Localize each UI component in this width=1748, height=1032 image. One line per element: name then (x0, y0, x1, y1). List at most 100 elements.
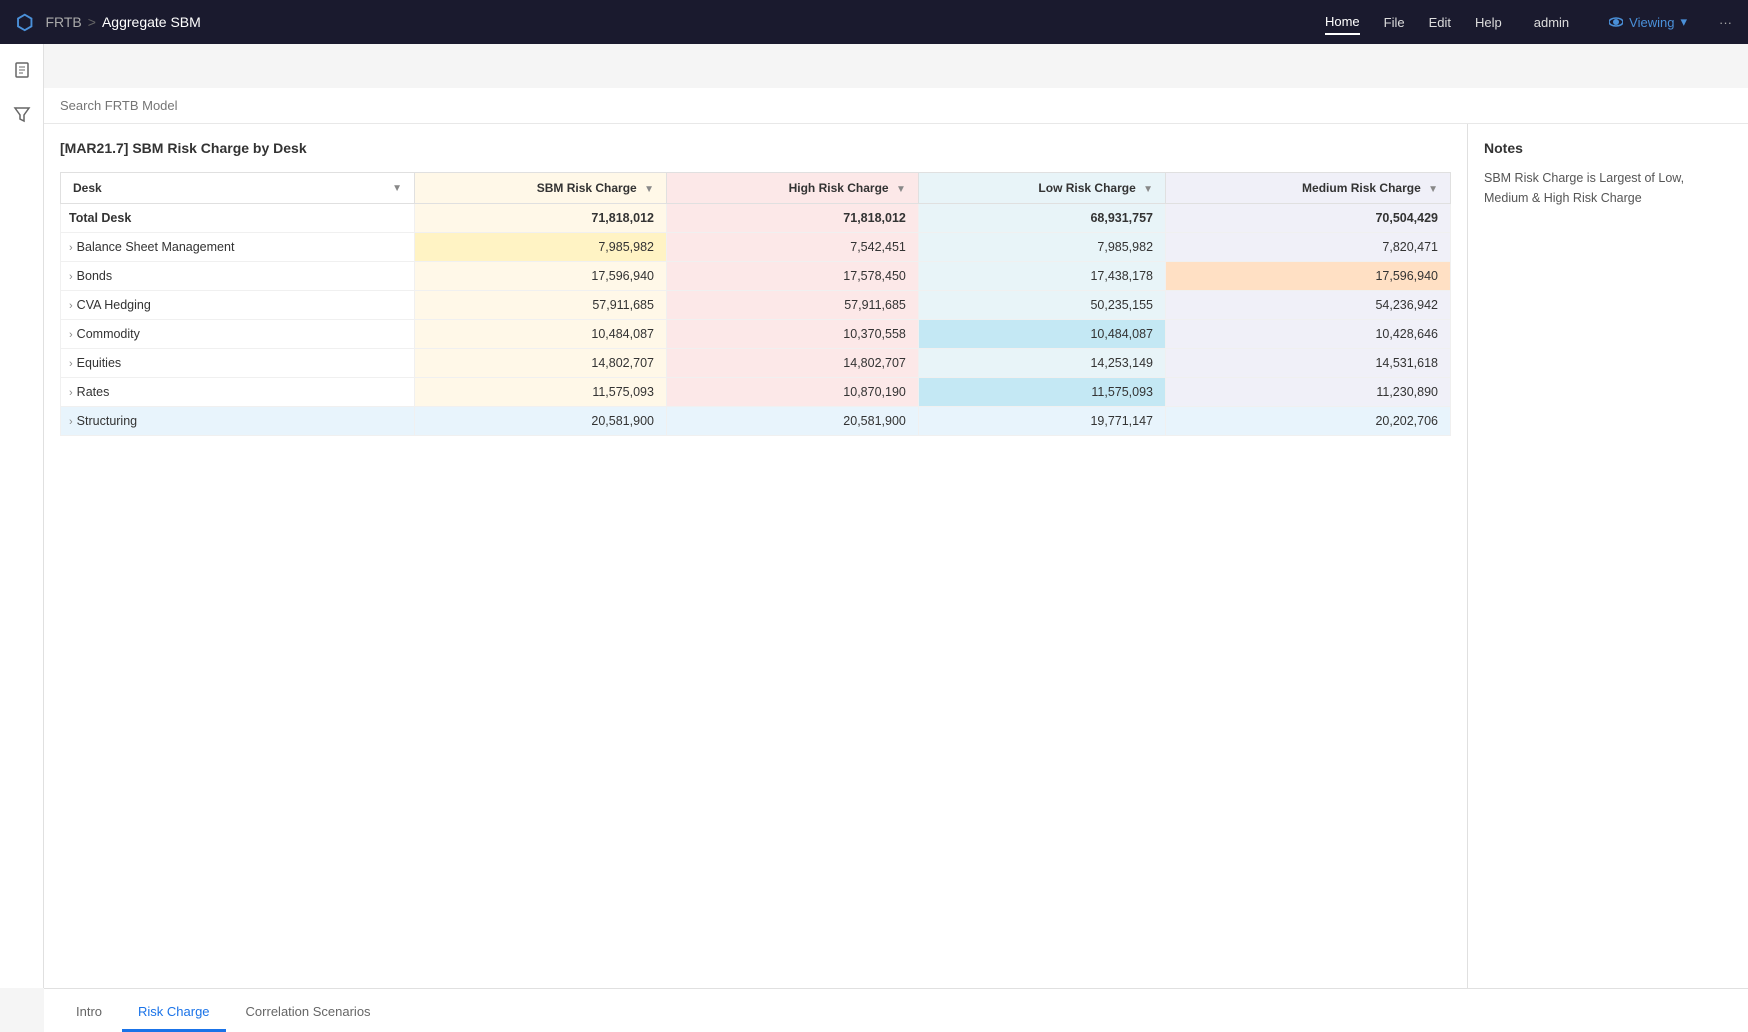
medium-risk-value: 17,596,940 (1166, 262, 1451, 291)
col-header-desk: Desk ▼ (61, 173, 415, 204)
nav-more-icon[interactable]: ··· (1719, 15, 1732, 30)
sbm-value: 10,484,087 (415, 320, 667, 349)
sidebar-document-icon[interactable] (8, 56, 36, 84)
sbm-value: 20,581,900 (415, 407, 667, 436)
table-row[interactable]: ›Bonds17,596,94017,578,45017,438,17817,5… (61, 262, 1451, 291)
desk-cell: Total Desk (61, 204, 415, 233)
high-risk-value: 10,370,558 (666, 320, 918, 349)
nav-menu: Home File Edit Help admin Viewing ▾ ··· (1325, 10, 1732, 35)
desk-cell: › Commodity (61, 320, 415, 349)
expand-icon[interactable]: › (69, 300, 73, 312)
col-header-sbm: SBM Risk Charge ▼ (415, 173, 667, 204)
desk-name: CVA Hedging (77, 298, 151, 312)
col-header-medium: Medium Risk Charge ▼ (1166, 173, 1451, 204)
desk-name: Total Desk (69, 211, 131, 225)
main-content: [MAR21.7] SBM Risk Charge by Desk Desk ▼… (44, 88, 1748, 1032)
high-filter-icon[interactable]: ▼ (896, 184, 906, 195)
table-row[interactable]: ›CVA Hedging57,911,68557,911,68550,235,1… (61, 291, 1451, 320)
desk-name: Commodity (77, 327, 140, 341)
desk-cell: › Equities (61, 349, 415, 378)
content-area: [MAR21.7] SBM Risk Charge by Desk Desk ▼… (44, 124, 1748, 988)
breadcrumb-separator: > (88, 14, 96, 30)
low-risk-value: 68,931,757 (918, 204, 1165, 233)
low-risk-value: 50,235,155 (918, 291, 1165, 320)
sbm-filter-icon[interactable]: ▼ (644, 184, 654, 195)
table-row[interactable]: ›Rates11,575,09310,870,19011,575,09311,2… (61, 378, 1451, 407)
high-risk-value: 57,911,685 (666, 291, 918, 320)
desk-cell: › Rates (61, 378, 415, 407)
sbm-value: 71,818,012 (415, 204, 667, 233)
desk-name: Bonds (77, 269, 112, 283)
notes-content: SBM Risk Charge is Largest of Low, Mediu… (1484, 168, 1732, 208)
expand-icon[interactable]: › (69, 329, 73, 341)
expand-icon[interactable]: › (69, 416, 73, 428)
table-row[interactable]: ›Equities14,802,70714,802,70714,253,1491… (61, 349, 1451, 378)
nav-help[interactable]: Help (1475, 11, 1502, 34)
desk-cell: › Bonds (61, 262, 415, 291)
medium-risk-value: 10,428,646 (1166, 320, 1451, 349)
bottom-tabs: Intro Risk Charge Correlation Scenarios (44, 988, 1748, 1032)
expand-icon[interactable]: › (69, 387, 73, 399)
nav-edit[interactable]: Edit (1429, 11, 1451, 34)
sbm-value: 57,911,685 (415, 291, 667, 320)
desk-cell: › CVA Hedging (61, 291, 415, 320)
viewing-label: Viewing (1629, 15, 1674, 30)
sbm-value: 11,575,093 (415, 378, 667, 407)
left-sidebar (0, 44, 44, 988)
table-area: [MAR21.7] SBM Risk Charge by Desk Desk ▼… (44, 124, 1468, 988)
desk-name: Structuring (77, 414, 137, 428)
sbm-value: 7,985,982 (415, 233, 667, 262)
low-filter-icon[interactable]: ▼ (1143, 184, 1153, 195)
notes-panel: Notes SBM Risk Charge is Largest of Low,… (1468, 124, 1748, 988)
breadcrumb-app[interactable]: FRTB (45, 14, 81, 30)
high-risk-value: 71,818,012 (666, 204, 918, 233)
eye-icon (1609, 15, 1623, 29)
desk-cell: › Structuring (61, 407, 415, 436)
nav-chevron-down-icon[interactable]: ▾ (1680, 14, 1687, 30)
medium-risk-value: 14,531,618 (1166, 349, 1451, 378)
col-header-high: High Risk Charge ▼ (666, 173, 918, 204)
high-risk-value: 20,581,900 (666, 407, 918, 436)
tab-risk-charge[interactable]: Risk Charge (122, 994, 226, 1032)
desk-filter-icon[interactable]: ▼ (392, 183, 402, 194)
table-row[interactable]: ›Structuring20,581,90020,581,90019,771,1… (61, 407, 1451, 436)
nav-file[interactable]: File (1384, 11, 1405, 34)
sbm-value: 17,596,940 (415, 262, 667, 291)
notes-title: Notes (1484, 140, 1732, 156)
sbm-value: 14,802,707 (415, 349, 667, 378)
expand-icon[interactable]: › (69, 358, 73, 370)
high-risk-value: 17,578,450 (666, 262, 918, 291)
low-risk-value: 19,771,147 (918, 407, 1165, 436)
search-bar (44, 88, 1748, 124)
tab-intro[interactable]: Intro (60, 994, 118, 1032)
high-risk-value: 14,802,707 (666, 349, 918, 378)
col-header-low: Low Risk Charge ▼ (918, 173, 1165, 204)
nav-home[interactable]: Home (1325, 10, 1360, 35)
desk-name: Balance Sheet Management (77, 240, 235, 254)
low-risk-value: 14,253,149 (918, 349, 1165, 378)
desk-name: Equities (77, 356, 121, 370)
low-risk-value: 17,438,178 (918, 262, 1165, 291)
medium-risk-value: 20,202,706 (1166, 407, 1451, 436)
medium-risk-value: 70,504,429 (1166, 204, 1451, 233)
table-row[interactable]: › Balance Sheet Management 7,985,9827,542,… (61, 233, 1451, 262)
search-input[interactable] (60, 98, 1732, 113)
sidebar-filter-icon[interactable] (8, 100, 36, 128)
high-risk-value: 10,870,190 (666, 378, 918, 407)
medium-risk-value: 7,820,471 (1166, 233, 1451, 262)
table-row[interactable]: Total Desk71,818,01271,818,01268,931,757… (61, 204, 1451, 233)
breadcrumb: FRTB > Aggregate SBM (45, 14, 1316, 30)
table-row[interactable]: › Commodity 10,484,08710,370,55810,484,087… (61, 320, 1451, 349)
low-risk-value: 7,985,982 (918, 233, 1165, 262)
expand-icon[interactable]: › (69, 271, 73, 283)
medium-filter-icon[interactable]: ▼ (1428, 184, 1438, 195)
nav-user[interactable]: admin (1534, 15, 1569, 30)
breadcrumb-page: Aggregate SBM (102, 14, 201, 30)
desk-name: Rates (77, 385, 110, 399)
high-risk-value: 7,542,451 (666, 233, 918, 262)
tab-correlation-scenarios[interactable]: Correlation Scenarios (230, 994, 387, 1032)
expand-icon[interactable]: › (69, 242, 73, 254)
medium-risk-value: 11,230,890 (1166, 378, 1451, 407)
medium-risk-value: 54,236,942 (1166, 291, 1451, 320)
low-risk-value: 10,484,087 (918, 320, 1165, 349)
